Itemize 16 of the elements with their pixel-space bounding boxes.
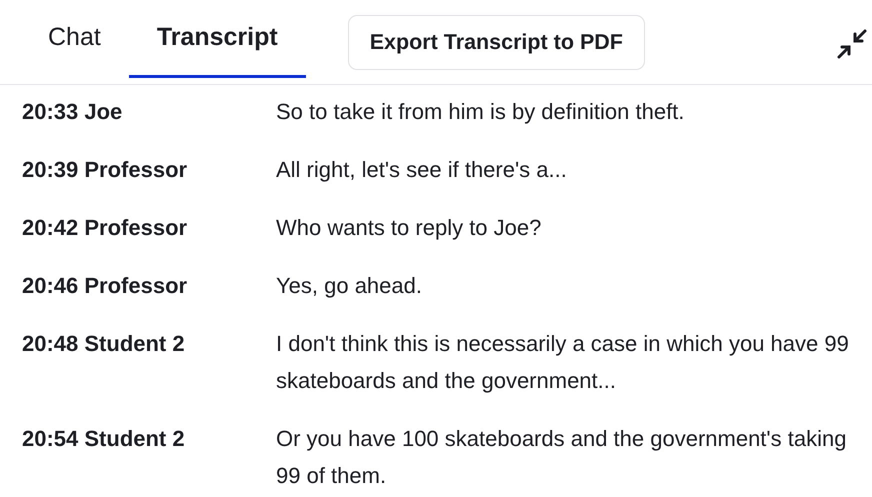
tab[interactable]: Transcript (128, 0, 306, 78)
transcript-text: Who wants to reply to Joe? (276, 214, 542, 242)
timestamp-speaker: 20:54 Student 2 (22, 425, 186, 453)
tab[interactable]: Chat (20, 0, 129, 78)
transcript-text: All right, let's see if there's a... (276, 156, 568, 184)
transcript-text: So to take it from him is by definition theft. (276, 98, 686, 126)
timestamp-speaker: 20:42 Professor (22, 214, 188, 242)
export-button[interactable]: Export Transcript to PDF (348, 15, 645, 70)
transcript-text: Or you have 100 skateboards and the government's taking 99 of them. (276, 425, 848, 490)
transcript-text: Yes, go ahead. (276, 272, 423, 300)
minimize-icon[interactable] (836, 28, 868, 60)
timestamp-speaker: 20:48 Student 2 (22, 330, 186, 358)
timestamp-speaker: 20:39 Professor (22, 156, 188, 184)
transcript-text: I don't think this is necessarily a case in which you have 99 skateboards and the government... (276, 330, 850, 395)
timestamp-speaker: 20:33 Joe (22, 98, 124, 126)
timestamp-speaker: 20:46 Professor (22, 272, 188, 300)
